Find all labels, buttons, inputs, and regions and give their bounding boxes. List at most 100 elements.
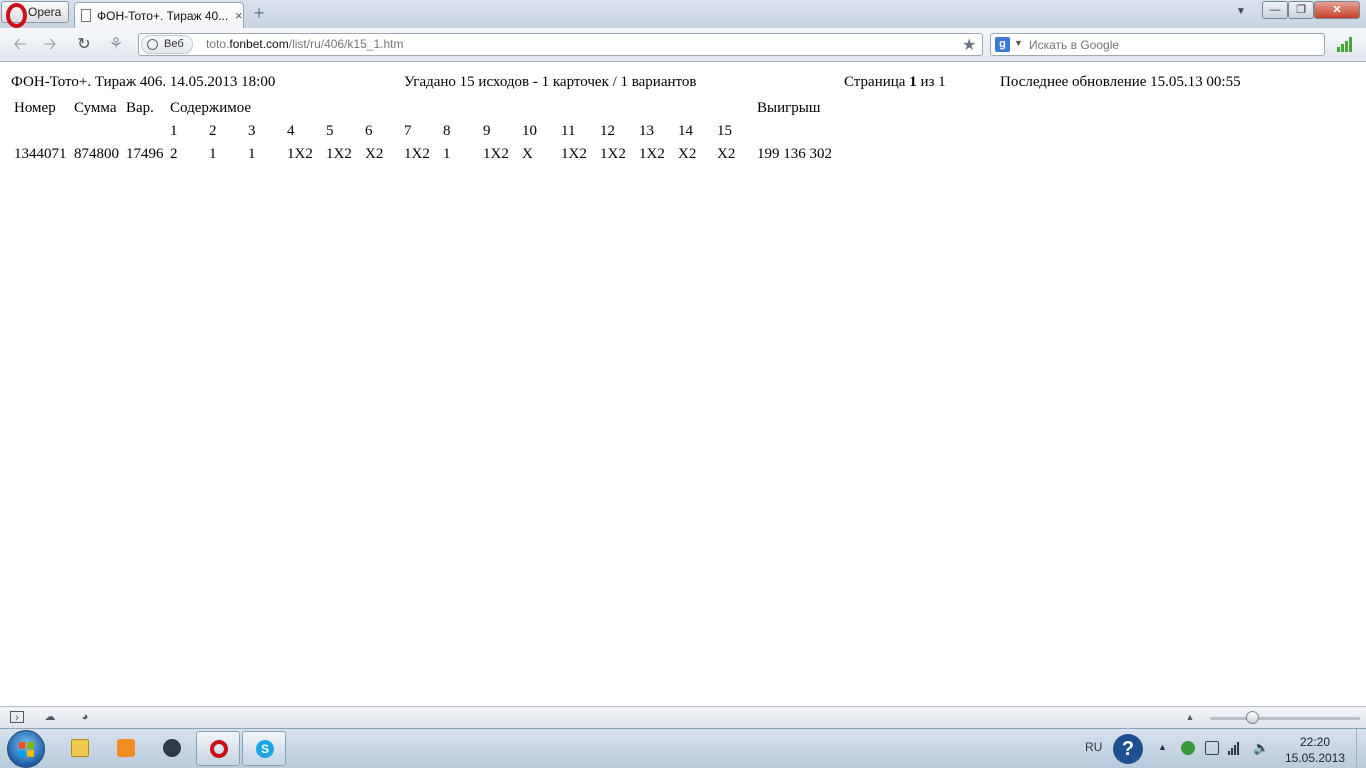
clock-date: 15.05.2013 [1284,751,1346,765]
forward-arrow-icon[interactable]: 🡢 [40,36,60,54]
web-page-content: ФОН-Тото+. Тираж 406. 14.05.2013 18:00 У… [0,62,1366,706]
document-icon [81,9,91,22]
taskbar-skype-button[interactable]: S [242,731,286,766]
show-hidden-icons-icon[interactable]: ▲ [1158,742,1167,752]
header-win: Выигрыш [757,100,821,116]
zoom-slider[interactable] [1210,717,1360,720]
event-number: 2 [209,123,217,139]
network-icon[interactable] [1228,741,1242,755]
header-sum: Сумма [74,100,117,116]
window-maximize-button[interactable]: ❐ [1288,1,1314,19]
google-search-engine-icon[interactable]: g [995,37,1010,52]
event-number: 8 [443,123,451,139]
cell-var: 17496 [126,146,164,162]
cell-number: 1344071 [14,146,67,162]
help-icon[interactable]: ? [1113,734,1143,764]
event-number: 5 [326,123,334,139]
taskbar-explorer-button[interactable] [58,731,102,766]
folder-icon [71,739,89,757]
power-plug-icon[interactable] [1205,741,1219,755]
page-current: 1 [909,74,917,90]
tab-active[interactable]: ФОН-Тото+. Тираж 40... × [74,2,244,28]
cell-outcome: 1X2 [561,146,587,162]
event-number: 15 [717,123,732,139]
reload-icon[interactable]: ↻ [74,36,94,54]
url-domain: fonbet.com [229,37,289,51]
panel-toggle-icon[interactable]: › [10,711,24,724]
event-number: 14 [678,123,693,139]
tab-list-chevron-icon[interactable]: ▼ [1236,6,1246,17]
network-signal-icon[interactable] [1337,36,1353,52]
cell-outcome: 1X2 [639,146,665,162]
media-player-icon [117,739,135,757]
cell-outcome: X [522,146,533,162]
header-content: Содержимое [170,100,252,116]
opera-logo-icon [4,3,27,28]
show-desktop-button[interactable] [1356,729,1366,768]
draw-title: ФОН-Тото+. Тираж 406. 14.05.2013 18:00 [11,74,276,90]
event-number: 12 [600,123,615,139]
cell-outcome: X2 [365,146,384,162]
tab-close-icon[interactable]: × [235,8,243,23]
new-tab-button[interactable]: + [251,4,267,22]
cell-outcome: 1X2 [600,146,626,162]
url-path: /list/ru/406/k15_1.htm [288,37,404,51]
event-number: 13 [639,123,654,139]
start-button[interactable] [7,730,45,768]
header-number: Номер [14,100,56,116]
url-text[interactable]: toto.fonbet.com/list/ru/406/k15_1.htm [206,37,403,51]
page-indicator: Страница 1 из 1 [844,74,946,91]
clock-time: 22:20 [1299,735,1331,749]
web-badge-label: Веб [164,38,184,50]
search-bar[interactable]: g ▼ [990,33,1325,56]
event-number: 7 [404,123,412,139]
browser-status-bar: › ☁ ◕ ▲ [0,706,1366,728]
language-indicator[interactable]: RU [1085,740,1102,754]
cell-outcome: 2 [170,146,178,162]
address-bar[interactable]: Веб toto.fonbet.com/list/ru/406/k15_1.ht… [138,33,983,56]
cell-outcome: 1X2 [326,146,352,162]
key-icon[interactable]: ⚘ [106,36,126,54]
last-updated: Последнее обновление 15.05.13 00:55 [1000,74,1241,90]
search-engine-dropdown-icon[interactable]: ▼ [1014,38,1023,48]
cell-sum: 874800 [74,146,119,162]
window-minimize-button[interactable]: — [1262,1,1288,19]
cell-win: 199 136 302 [757,146,832,162]
event-number: 11 [561,123,576,139]
cell-outcome: 1 [209,146,217,162]
cell-outcome: 1 [248,146,256,162]
search-input[interactable] [1029,36,1319,53]
app-icon [163,739,181,757]
cell-outcome: 1X2 [287,146,313,162]
cell-outcome: 1X2 [483,146,509,162]
bookmark-star-icon[interactable]: ★ [962,35,976,55]
page-prefix: Страница [844,74,910,90]
volume-icon[interactable]: 🔈 [1253,741,1269,755]
tab-title: ФОН-Тото+. Тираж 40... [97,8,229,23]
taskbar-app-button[interactable] [150,731,194,766]
cloud-icon[interactable]: ☁ [43,711,57,723]
event-number: 10 [522,123,537,139]
cell-outcome: 1X2 [404,146,430,162]
skype-icon: S [256,740,274,758]
windows-taskbar: S RU ? ▲ 🔈 22:20 15.05.2013 [0,728,1366,768]
back-arrow-icon[interactable]: 🡠 [10,36,30,54]
system-clock[interactable]: 22:20 15.05.2013 [1280,734,1350,766]
event-number: 9 [483,123,491,139]
window-close-button[interactable]: ✕ [1314,1,1360,19]
opera-menu-button[interactable]: Opera [1,1,69,28]
browser-titlebar: Opera ФОН-Тото+. Тираж 40... × + ▼ — ❐ ✕ [0,0,1366,28]
zoom-slider-handle[interactable] [1246,711,1259,724]
page-total: 1 [938,74,946,90]
tray-app-icon[interactable] [1181,741,1195,755]
taskbar-opera-button[interactable] [196,731,240,766]
speedometer-icon[interactable]: ◕ [78,711,92,723]
arrow-up-icon[interactable]: ▲ [1183,711,1197,723]
web-badge[interactable]: Веб [141,35,193,54]
cell-outcome: X2 [678,146,697,162]
header-var: Вар. [126,100,154,116]
event-number: 3 [248,123,256,139]
taskbar-media-player-button[interactable] [104,731,148,766]
url-prefix: toto. [206,37,230,51]
event-number: 4 [287,123,295,139]
